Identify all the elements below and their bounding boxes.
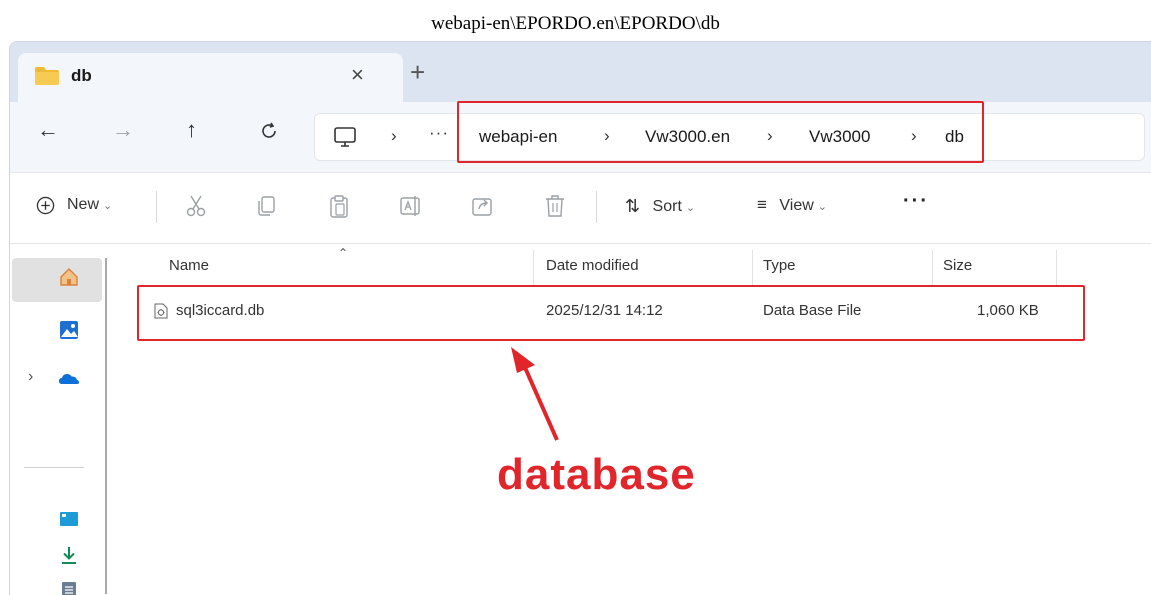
sort-label: Sort: [652, 198, 682, 215]
close-tab-icon[interactable]: ×: [351, 62, 364, 88]
image-caption: webapi-en\EPORDO.en\EPORDO\db: [431, 13, 720, 34]
copy-icon[interactable]: [254, 193, 280, 219]
column-divider[interactable]: [533, 250, 534, 286]
refresh-icon[interactable]: [259, 121, 279, 141]
more-options-icon[interactable]: ···: [903, 190, 929, 213]
more-path-icon[interactable]: ···: [429, 123, 449, 143]
nav-home-item[interactable]: [12, 258, 102, 302]
chevron-down-icon: ⌄: [103, 200, 113, 212]
view-label: View: [779, 197, 814, 214]
new-tab-icon[interactable]: +: [410, 59, 425, 85]
chevron-down-icon: ⌄: [817, 201, 827, 213]
command-toolbar: New ⌄ ⇅ Sort ⌄ ≡ View ⌄ ···: [10, 173, 1151, 244]
back-icon[interactable]: ←: [37, 119, 59, 141]
view-list-icon: ≡: [757, 195, 767, 214]
chevron-right-icon[interactable]: ›: [28, 368, 33, 386]
sort-icon: ⇅: [625, 196, 641, 216]
up-icon[interactable]: ↑: [186, 119, 197, 141]
file-highlight-box: [137, 285, 1085, 341]
cut-icon[interactable]: [183, 193, 209, 219]
column-header-size[interactable]: Size: [943, 257, 972, 274]
toolbar-divider: [596, 191, 597, 223]
tab-strip: db × +: [10, 42, 1151, 102]
toolbar-divider: [156, 191, 157, 223]
column-header-type[interactable]: Type: [763, 257, 796, 274]
column-divider[interactable]: [932, 250, 933, 286]
paste-icon[interactable]: [326, 193, 352, 219]
gallery-icon[interactable]: [58, 319, 80, 341]
folder-icon: [35, 67, 59, 85]
downloads-icon[interactable]: [58, 544, 80, 566]
column-header-date-modified[interactable]: Date modified: [546, 257, 639, 274]
column-divider[interactable]: [1056, 250, 1057, 286]
onedrive-cloud-icon[interactable]: [58, 368, 80, 390]
forward-icon[interactable]: →: [112, 119, 134, 141]
view-button[interactable]: ≡ View ⌄: [757, 195, 827, 215]
navigation-pane: ›: [10, 244, 110, 595]
chevron-right-icon: ›: [391, 126, 397, 145]
address-highlight-box: [457, 101, 984, 163]
documents-icon[interactable]: [58, 580, 80, 595]
tab-title: db: [71, 66, 92, 85]
home-icon[interactable]: [58, 266, 80, 288]
annotation-arrow-icon: [511, 347, 559, 441]
navigation-pane-splitter[interactable]: [105, 258, 107, 594]
column-header-name[interactable]: Name: [169, 257, 209, 274]
tab-db[interactable]: db ×: [18, 53, 403, 102]
chevron-down-icon: ⌄: [685, 202, 696, 214]
new-label: New: [67, 196, 100, 213]
sort-button[interactable]: ⇅ Sort ⌄: [625, 195, 695, 216]
plus-circle-icon: [36, 196, 55, 215]
this-pc-icon: [334, 127, 356, 147]
rename-icon[interactable]: [398, 193, 424, 219]
share-icon[interactable]: [470, 193, 496, 219]
column-divider[interactable]: [752, 250, 753, 286]
sort-ascending-icon: ⌃: [338, 246, 349, 260]
nav-divider: [24, 467, 84, 468]
delete-icon[interactable]: [542, 193, 568, 219]
database-annotation-label: database: [497, 450, 696, 499]
desktop-icon[interactable]: [58, 508, 80, 530]
